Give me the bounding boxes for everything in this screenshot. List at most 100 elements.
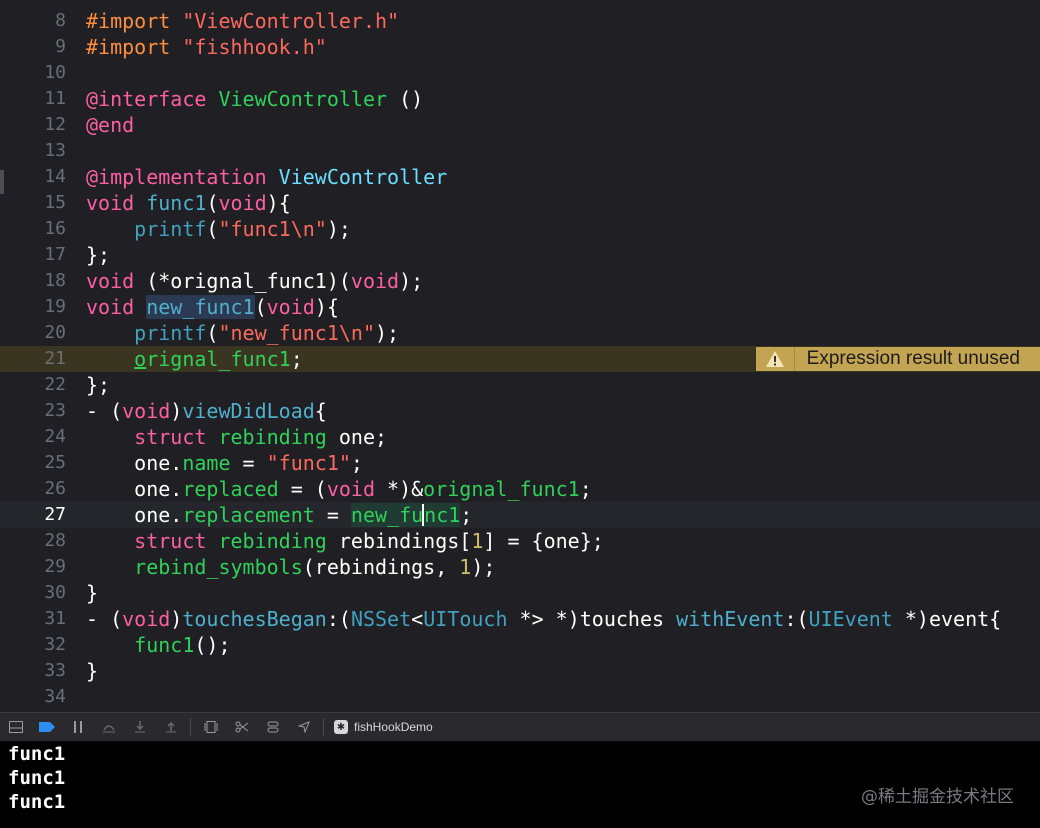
code-text: #import "ViewController.h" (86, 9, 400, 33)
line-number: 32 (44, 634, 66, 655)
view-hierarchy-icon[interactable] (195, 713, 226, 741)
code-line[interactable]: 20 printf("new_func1\n"); (0, 320, 1040, 346)
code-line[interactable]: 28 struct rebinding rebindings[1] = {one… (0, 528, 1040, 554)
hide-console-icon[interactable] (0, 713, 31, 741)
code-line[interactable]: 13 (0, 138, 1040, 164)
code-text: - (void)touchesBegan:(NSSet<UITouch *> *… (86, 607, 1002, 631)
code-line[interactable]: 9 #import "fishhook.h" (0, 34, 1040, 60)
line-number: 10 (44, 62, 66, 83)
line-number: 19 (44, 296, 66, 317)
code-text: orignal_func1; (134, 347, 303, 371)
console-line: func1 (8, 791, 66, 813)
code-text: #import "fishhook.h" (86, 35, 327, 59)
line-number: 17 (44, 244, 66, 265)
code-text: @interface ViewController () (86, 87, 424, 111)
code-text: } (86, 659, 99, 683)
line-number: 24 (44, 426, 66, 447)
toolbar-separator (190, 718, 191, 736)
code-text: struct rebinding one; (134, 425, 388, 449)
warning-icon (756, 347, 795, 371)
code-text: func1(); (134, 633, 231, 657)
environment-overrides-icon[interactable] (257, 713, 288, 741)
code-line[interactable]: 25 one.name = "func1"; (0, 450, 1040, 476)
code-line[interactable]: 19 void new_func1(void){ (0, 294, 1040, 320)
line-number: 34 (44, 686, 66, 707)
line-number: 14 (44, 166, 66, 187)
code-text: printf("func1\n"); (134, 217, 351, 241)
code-text: }; (86, 373, 111, 397)
code-text: one.replaced = (void *)&orignal_func1; (86, 477, 592, 501)
code-line[interactable]: 23 - (void)viewDidLoad{ (0, 398, 1040, 424)
code-line[interactable]: 15 void func1(void){ (0, 190, 1040, 216)
warning-message: Expression result unused (806, 348, 1020, 369)
code-text: printf("new_func1\n"); (134, 321, 400, 345)
pause-icon[interactable] (62, 713, 93, 741)
line-number: 13 (44, 140, 66, 161)
code-line[interactable]: 11 @interface ViewController () (0, 86, 1040, 112)
code-text: one.replacement = new_func1; (86, 503, 473, 527)
code-line[interactable]: 12 @end (0, 112, 1040, 138)
code-line[interactable]: 14 @implementation ViewController (0, 164, 1040, 190)
code-text: @implementation ViewController (86, 165, 448, 189)
line-number: 29 (44, 556, 66, 577)
console-line: func1 (8, 767, 66, 789)
line-number: 26 (44, 478, 66, 499)
watermark: @稀土掘金技术社区 (861, 787, 1014, 807)
line-number: 33 (44, 660, 66, 681)
scheme-target[interactable]: ✱ fishHookDemo (334, 720, 433, 734)
warning-badge[interactable]: Expression result unused (755, 347, 1040, 371)
code-text: }; (86, 243, 111, 267)
code-text: void new_func1(void){ (86, 295, 339, 319)
line-number: 15 (44, 192, 66, 213)
code-line-current[interactable]: 27 one.replacement = new_func1; (0, 502, 1040, 528)
line-number: 11 (44, 88, 66, 109)
breakpoints-toggle-icon[interactable] (31, 713, 62, 741)
code-line[interactable]: 31 - (void)touchesBegan:(NSSet<UITouch *… (0, 606, 1040, 632)
code-line[interactable]: 30 } (0, 580, 1040, 606)
console-line: func1 (8, 743, 66, 765)
code-text: @end (86, 113, 135, 137)
line-number: 31 (44, 608, 66, 629)
line-number: 21 (44, 348, 66, 369)
code-line[interactable]: 29 rebind_symbols(rebindings, 1); (0, 554, 1040, 580)
code-text: } (86, 581, 99, 605)
line-number: 25 (44, 452, 66, 473)
code-line[interactable]: 8 #import "ViewController.h" (0, 8, 1040, 34)
code-text: - (void)viewDidLoad{ (86, 399, 327, 423)
code-line[interactable]: 18 void (*orignal_func1)(void); (0, 268, 1040, 294)
step-into-icon[interactable] (124, 713, 155, 741)
location-icon[interactable] (288, 713, 319, 741)
code-line[interactable]: 34 (0, 684, 1040, 710)
code-line[interactable]: 33 } (0, 658, 1040, 684)
line-number: 8 (55, 10, 66, 31)
memory-graph-icon[interactable] (226, 713, 257, 741)
line-number: 27 (44, 504, 66, 525)
line-number: 22 (44, 374, 66, 395)
toolbar-separator (323, 718, 324, 736)
code-text: void func1(void){ (86, 191, 291, 215)
code-text: struct rebinding rebindings[1] = {one}; (134, 529, 604, 553)
target-name: fishHookDemo (354, 720, 433, 734)
code-text: void (*orignal_func1)(void); (86, 269, 424, 293)
code-line[interactable]: 22 }; (0, 372, 1040, 398)
code-line[interactable]: 24 struct rebinding one; (0, 424, 1040, 450)
code-line[interactable]: 10 (0, 60, 1040, 86)
line-number: 16 (44, 218, 66, 239)
step-over-icon[interactable] (93, 713, 124, 741)
debug-bar: ✱ fishHookDemo (0, 712, 1040, 741)
code-text: one.name = "func1"; (86, 451, 363, 475)
line-number: 20 (44, 322, 66, 343)
line-number: 18 (44, 270, 66, 291)
code-text: rebind_symbols(rebindings, 1); (134, 555, 496, 579)
code-editor[interactable]: 8 #import "ViewController.h" 9 #import "… (0, 0, 1040, 712)
line-number: 30 (44, 582, 66, 603)
code-line[interactable]: 32 func1(); (0, 632, 1040, 658)
app-icon: ✱ (334, 720, 348, 734)
line-number: 23 (44, 400, 66, 421)
code-line[interactable]: 17 }; (0, 242, 1040, 268)
line-number: 9 (55, 36, 66, 57)
line-number: 12 (44, 114, 66, 135)
code-line[interactable]: 26 one.replaced = (void *)&orignal_func1… (0, 476, 1040, 502)
step-out-icon[interactable] (155, 713, 186, 741)
code-line[interactable]: 16 printf("func1\n"); (0, 216, 1040, 242)
